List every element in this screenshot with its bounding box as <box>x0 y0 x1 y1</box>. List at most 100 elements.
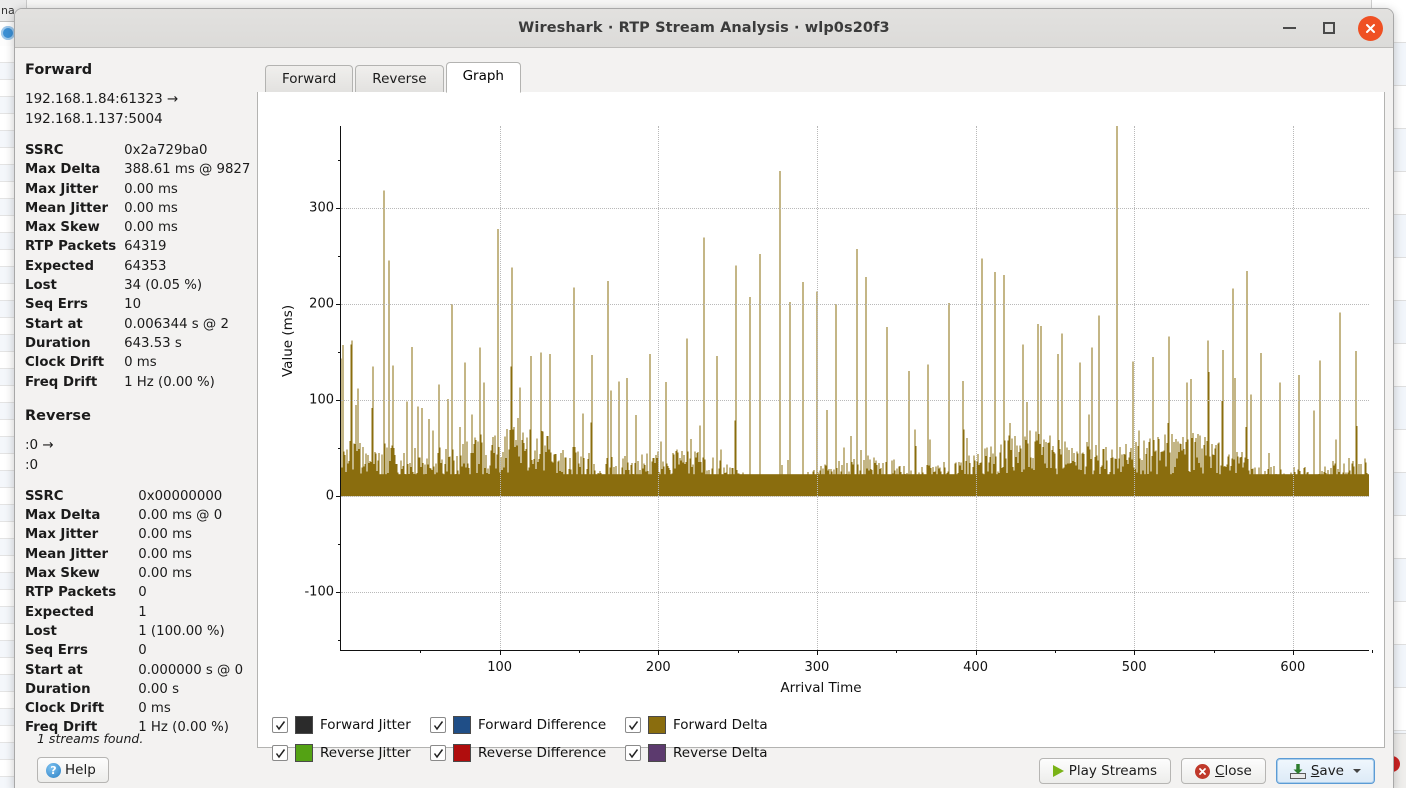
help-button-label: Help <box>65 762 96 778</box>
stat-value: 1 Hz (0.00 %) <box>138 720 229 736</box>
stat-key: Seq Errs <box>25 297 88 313</box>
legend-item-reverse-delta[interactable]: Reverse Delta <box>625 744 785 762</box>
save-button[interactable]: Save <box>1275 758 1375 784</box>
window-controls <box>1278 9 1383 47</box>
legend-label: Reverse Jitter <box>320 745 411 761</box>
x-tick-mark <box>816 650 818 655</box>
stat-value: 0 ms <box>124 355 157 371</box>
streams-found-label: 1 streams found. <box>37 731 144 746</box>
forward-address-line-2: 192.168.1.137:5004 <box>25 111 163 127</box>
stat-row: SSRC 0x00000000 <box>25 487 251 506</box>
stat-key: Lost <box>25 278 57 294</box>
tab-forward[interactable]: Forward <box>265 65 354 93</box>
stat-row: Max Delta 0.00 ms @ 0 <box>25 506 251 525</box>
legend-item-reverse-difference[interactable]: Reverse Difference <box>430 744 625 762</box>
title-bar[interactable]: Wireshark · RTP Stream Analysis · wlp0s2… <box>15 9 1393 48</box>
stat-key: SSRC <box>25 143 64 158</box>
stat-key: Max Skew <box>25 566 100 582</box>
stat-value: 0.006344 s @ 2 <box>124 316 229 332</box>
legend-item-reverse-jitter[interactable]: Reverse Jitter <box>272 744 430 762</box>
x-gridline <box>1134 126 1136 650</box>
stat-key: Clock Drift <box>25 355 105 371</box>
stat-value: 0.00 ms <box>124 220 178 236</box>
x-axis-label: Arrival Time <box>780 680 862 696</box>
x-minor-tick <box>1372 650 1374 653</box>
tab-graph[interactable]: Graph <box>445 62 521 93</box>
reverse-address-line-1: :0 → <box>25 436 54 453</box>
checkbox-forward-delta[interactable] <box>625 717 641 733</box>
plot-wrapper: Value (ms) Arrival Time -100 0 100 200 300 10… <box>258 92 1384 704</box>
checkbox-reverse-difference[interactable] <box>430 745 446 761</box>
checkbox-reverse-delta[interactable] <box>625 745 641 761</box>
legend-item-forward-delta[interactable]: Forward Delta <box>625 716 785 734</box>
stat-value: 1 Hz (0.00 %) <box>124 374 215 390</box>
x-tick-mark <box>658 650 660 655</box>
tab-label: Reverse <box>372 71 427 87</box>
x-minor-tick <box>1213 650 1215 653</box>
y-gridline <box>341 303 1369 305</box>
tab-bar: Forward Reverse Graph <box>257 62 1385 93</box>
help-button[interactable]: ? Help <box>37 757 109 783</box>
y-tick-label: 100 <box>309 392 334 408</box>
color-swatch-icon <box>648 716 666 734</box>
x-gridline <box>816 126 818 650</box>
play-streams-button[interactable]: Play Streams <box>1038 758 1172 784</box>
stat-value: 0x00000000 <box>138 488 223 504</box>
checkbox-forward-jitter[interactable] <box>272 717 288 733</box>
stat-value: 0.00 ms <box>124 200 178 216</box>
stat-key: SSRC <box>25 488 64 504</box>
stat-value: 0.000000 s @ 0 <box>138 662 244 678</box>
color-swatch-icon <box>295 716 313 734</box>
stat-value: 64319 <box>124 239 167 255</box>
x-minor-tick <box>1054 650 1056 653</box>
reverse-stats-table: SSRC 0x00000000 Max Delta 0.00 ms @ 0 Max Ji… <box>25 487 251 738</box>
close-window-button[interactable] <box>1358 15 1383 41</box>
graph-content: Forward Reverse Graph Value (ms) Arrival T… <box>257 48 1385 788</box>
maximize-button[interactable] <box>1318 17 1340 39</box>
y-gridline <box>341 592 1369 594</box>
reverse-address-line-2: :0 <box>25 456 39 473</box>
y-tick-mark <box>336 303 341 305</box>
x-tick-label: 400 <box>963 660 988 675</box>
stat-value: 1 (100.00 %) <box>138 623 225 639</box>
dialog-body: Forward 192.168.1.84:61323 → 192.168.1.1… <box>15 48 1393 788</box>
save-disk-icon <box>1289 763 1306 779</box>
stat-key: Max Jitter <box>25 527 99 543</box>
x-tick-label: 200 <box>645 660 671 675</box>
window-title: Wireshark · RTP Stream Analysis · wlp0s2… <box>518 20 890 36</box>
stat-value: 0.00 ms @ 0 <box>138 508 223 524</box>
y-minor-tick <box>338 159 341 161</box>
reverse-heading: Reverse <box>25 407 91 424</box>
rtp-stream-analysis-window: Wireshark · RTP Stream Analysis · wlp0s2… <box>14 8 1394 788</box>
stat-value: 643.53 s <box>124 335 182 351</box>
save-button-label: Save <box>1310 763 1344 779</box>
stat-row: Expected 64353 <box>25 257 251 276</box>
checkbox-forward-difference[interactable] <box>430 717 446 733</box>
stat-value: 34 (0.05 %) <box>124 278 203 294</box>
tab-reverse[interactable]: Reverse <box>355 65 444 93</box>
chevron-down-icon[interactable] <box>1353 769 1361 773</box>
stat-value: 0.00 ms <box>138 546 192 562</box>
color-swatch-icon <box>295 744 313 762</box>
forward-delta-series <box>341 126 1369 497</box>
stat-row: Max Skew 0.00 ms <box>25 564 251 583</box>
stat-row: RTP Packets 0 <box>25 583 251 602</box>
stat-row: Mean Jitter 0.00 ms <box>25 545 251 564</box>
stat-key: Mean Jitter <box>25 200 109 216</box>
y-minor-tick <box>338 255 341 257</box>
forward-stats-table: SSRC 0x2a729ba0 Max Delta 388.61 ms @ 98270… <box>25 141 251 392</box>
stat-key: Start at <box>25 316 83 332</box>
legend-item-forward-difference[interactable]: Forward Difference <box>430 716 625 734</box>
y-tick-label: 200 <box>309 296 334 312</box>
minimize-button[interactable] <box>1278 17 1300 39</box>
plot-area[interactable]: -100 0 100 200 300 100 200 300 400 500 600 <box>304 126 1374 675</box>
color-swatch-icon <box>453 744 471 762</box>
legend-item-forward-jitter[interactable]: Forward Jitter <box>272 716 430 734</box>
y-gridline <box>341 496 1369 498</box>
x-tick-mark <box>1292 650 1294 655</box>
stat-value: 0 ms <box>138 701 171 717</box>
x-minor-tick <box>896 650 898 653</box>
y-tick-mark <box>336 592 341 594</box>
close-button[interactable]: Close <box>1181 758 1266 784</box>
checkbox-reverse-jitter[interactable] <box>272 745 288 761</box>
